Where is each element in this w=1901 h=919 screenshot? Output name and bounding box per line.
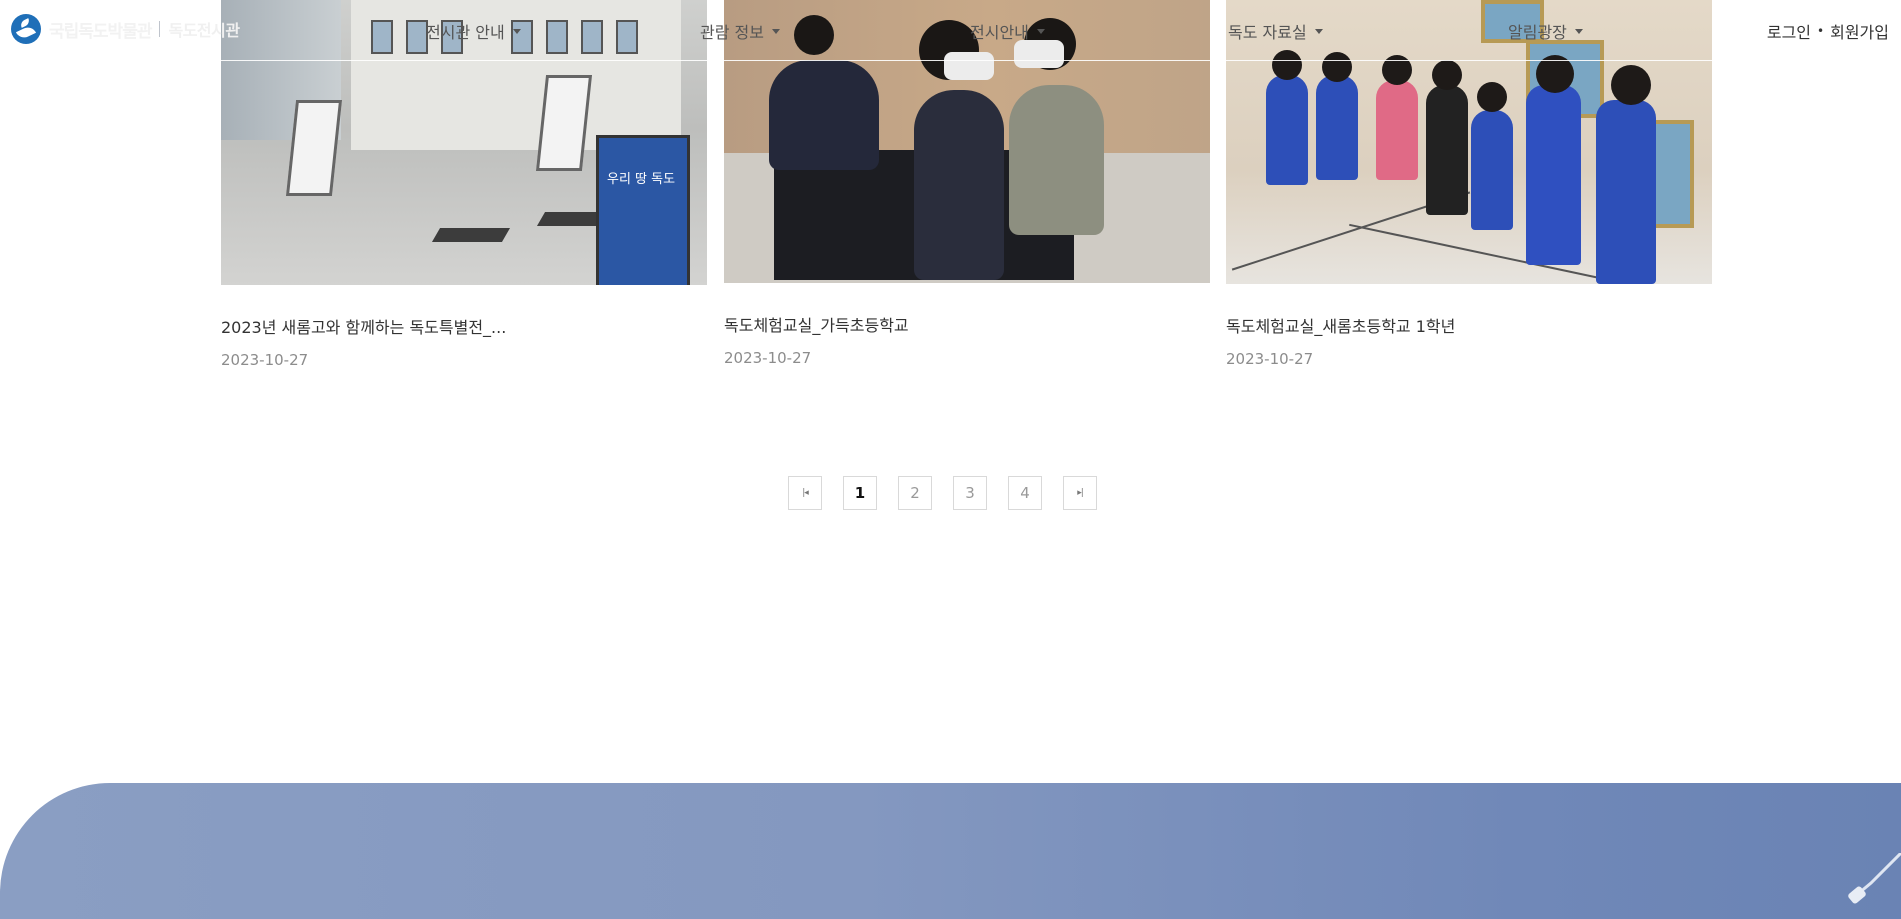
last-page-button[interactable]: ▸|	[1063, 476, 1097, 510]
page-button[interactable]: 3	[953, 476, 987, 510]
site-logo[interactable]: 국립독도박물관 독도전시관	[11, 14, 240, 44]
nav-item-label: 전시안내	[970, 23, 1029, 42]
card-date: 2023-10-27	[724, 349, 812, 367]
chevron-down-icon	[1574, 28, 1583, 34]
nav-item-label: 알림광장	[1508, 23, 1567, 42]
nav-item-label: 전시관 안내	[426, 23, 505, 42]
chevron-down-icon	[1036, 28, 1045, 34]
nav-item-exhibits[interactable]: 전시안내	[970, 19, 1045, 43]
login-link[interactable]: 로그인	[1767, 19, 1811, 43]
auth-links: 로그인 • 회원가입	[1767, 19, 1889, 43]
footer-hero-banner	[0, 783, 1901, 919]
nav-item-exhibition-guide[interactable]: 전시관 안내	[426, 19, 521, 43]
header-divider	[0, 60, 1901, 61]
chevron-down-icon	[1314, 28, 1323, 34]
nav-item-label: 관람 정보	[700, 23, 764, 42]
page-button[interactable]: 1	[843, 476, 877, 510]
nav-item-archive[interactable]: 독도 자료실	[1228, 19, 1323, 43]
nav-item-notice[interactable]: 알림광장	[1508, 19, 1583, 43]
card-title[interactable]: 2023년 새롬고와 함께하는 독도특별전_...	[221, 314, 506, 338]
card-title[interactable]: 독도체험교실_가득초등학교	[724, 312, 909, 336]
chevron-down-icon	[771, 28, 780, 34]
card-date: 2023-10-27	[1226, 350, 1314, 368]
logo-sub-name: 독도전시관	[168, 21, 240, 40]
logo-org-name: 국립독도박물관	[49, 21, 152, 42]
site-header: 국립독도박물관 독도전시관 전시관 안내 관람 정보 전시안내 독도 자료실 알…	[0, 0, 1901, 61]
card-date: 2023-10-27	[221, 351, 309, 369]
banner-text: 우리 땅 독도	[607, 172, 676, 187]
last-page-icon: ▸|	[1077, 488, 1083, 498]
pagination: |◂ 1 2 3 4 ▸|	[788, 476, 1097, 510]
nav-item-visit-info[interactable]: 관람 정보	[700, 19, 780, 43]
museum-emblem-icon	[11, 14, 41, 44]
first-page-icon: |◂	[802, 488, 808, 498]
card-title[interactable]: 독도체험교실_새롬초등학교 1학년	[1226, 313, 1455, 337]
chevron-down-icon	[512, 28, 521, 34]
first-page-button[interactable]: |◂	[788, 476, 822, 510]
logo-divider	[159, 21, 161, 37]
nav-item-label: 독도 자료실	[1228, 23, 1307, 42]
page-button[interactable]: 2	[898, 476, 932, 510]
street-lamp-icon	[1848, 853, 1901, 904]
auth-separator: •	[1817, 24, 1825, 38]
signup-link[interactable]: 회원가입	[1830, 19, 1889, 43]
page-button[interactable]: 4	[1008, 476, 1042, 510]
